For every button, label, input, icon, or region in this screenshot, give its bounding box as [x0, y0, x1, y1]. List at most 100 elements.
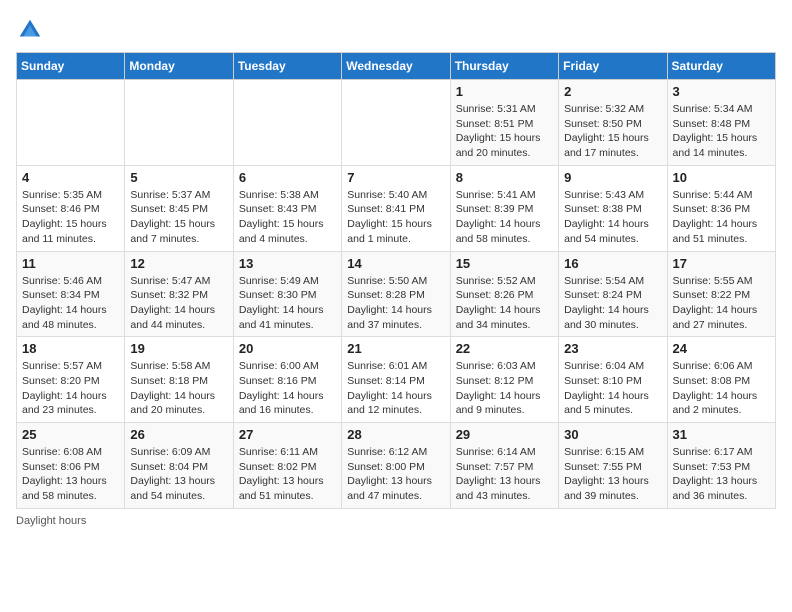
- day-cell: 28 Sunrise: 6:12 AM Sunset: 8:00 PM Dayli…: [342, 423, 450, 509]
- day-info: Sunrise: 6:09 AM Sunset: 8:04 PM Dayligh…: [130, 445, 227, 504]
- day-info: Sunrise: 5:41 AM Sunset: 8:39 PM Dayligh…: [456, 188, 553, 247]
- day-info: Sunrise: 6:15 AM Sunset: 7:55 PM Dayligh…: [564, 445, 661, 504]
- day-info: Sunrise: 5:32 AM Sunset: 8:50 PM Dayligh…: [564, 102, 661, 161]
- day-cell: 11 Sunrise: 5:46 AM Sunset: 8:34 PM Dayli…: [17, 251, 125, 337]
- day-header-monday: Monday: [125, 53, 233, 80]
- day-info: Sunrise: 6:03 AM Sunset: 8:12 PM Dayligh…: [456, 359, 553, 418]
- day-number: 30: [564, 427, 661, 442]
- day-cell: 13 Sunrise: 5:49 AM Sunset: 8:30 PM Dayli…: [233, 251, 341, 337]
- day-header-sunday: Sunday: [17, 53, 125, 80]
- day-info: Sunrise: 6:06 AM Sunset: 8:08 PM Dayligh…: [673, 359, 770, 418]
- day-number: 21: [347, 341, 444, 356]
- day-number: 9: [564, 170, 661, 185]
- week-row-5: 25 Sunrise: 6:08 AM Sunset: 8:06 PM Dayli…: [17, 423, 776, 509]
- day-cell: 24 Sunrise: 6:06 AM Sunset: 8:08 PM Dayli…: [667, 337, 775, 423]
- day-info: Sunrise: 5:49 AM Sunset: 8:30 PM Dayligh…: [239, 274, 336, 333]
- calendar-table: SundayMondayTuesdayWednesdayThursdayFrid…: [16, 52, 776, 509]
- day-cell: [233, 80, 341, 166]
- day-info: Sunrise: 5:50 AM Sunset: 8:28 PM Dayligh…: [347, 274, 444, 333]
- day-info: Sunrise: 5:34 AM Sunset: 8:48 PM Dayligh…: [673, 102, 770, 161]
- day-cell: 17Sunrise: 5:55 AM Sunset: 8:22 PM Dayli…: [667, 251, 775, 337]
- day-header-saturday: Saturday: [667, 53, 775, 80]
- day-number: 28: [347, 427, 444, 442]
- day-header-tuesday: Tuesday: [233, 53, 341, 80]
- day-info: Sunrise: 6:01 AM Sunset: 8:14 PM Dayligh…: [347, 359, 444, 418]
- day-number: 10: [673, 170, 770, 185]
- day-info: Sunrise: 5:40 AM Sunset: 8:41 PM Dayligh…: [347, 188, 444, 247]
- day-info: Sunrise: 6:00 AM Sunset: 8:16 PM Dayligh…: [239, 359, 336, 418]
- day-cell: 19Sunrise: 5:58 AM Sunset: 8:18 PM Dayli…: [125, 337, 233, 423]
- day-cell: 3 Sunrise: 5:34 AM Sunset: 8:48 PM Daylig…: [667, 80, 775, 166]
- day-number: 31: [673, 427, 770, 442]
- day-cell: 2Sunrise: 5:32 AM Sunset: 8:50 PM Daylig…: [559, 80, 667, 166]
- day-cell: 27 Sunrise: 6:11 AM Sunset: 8:02 PM Dayli…: [233, 423, 341, 509]
- week-row-3: 11 Sunrise: 5:46 AM Sunset: 8:34 PM Dayli…: [17, 251, 776, 337]
- day-cell: 7Sunrise: 5:40 AM Sunset: 8:41 PM Daylig…: [342, 165, 450, 251]
- day-info: Sunrise: 5:44 AM Sunset: 8:36 PM Dayligh…: [673, 188, 770, 247]
- day-cell: 12 Sunrise: 5:47 AM Sunset: 8:32 PM Dayli…: [125, 251, 233, 337]
- day-number: 29: [456, 427, 553, 442]
- day-number: 6: [239, 170, 336, 185]
- day-number: 5: [130, 170, 227, 185]
- day-number: 12: [130, 256, 227, 271]
- day-number: 17: [673, 256, 770, 271]
- day-info: Sunrise: 5:46 AM Sunset: 8:34 PM Dayligh…: [22, 274, 119, 333]
- day-number: 8: [456, 170, 553, 185]
- day-info: Sunrise: 6:14 AM Sunset: 7:57 PM Dayligh…: [456, 445, 553, 504]
- day-number: 14: [347, 256, 444, 271]
- day-number: 27: [239, 427, 336, 442]
- day-number: 25: [22, 427, 119, 442]
- day-cell: 20Sunrise: 6:00 AM Sunset: 8:16 PM Dayli…: [233, 337, 341, 423]
- day-number: 22: [456, 341, 553, 356]
- day-info: Sunrise: 5:43 AM Sunset: 8:38 PM Dayligh…: [564, 188, 661, 247]
- day-cell: 25 Sunrise: 6:08 AM Sunset: 8:06 PM Dayli…: [17, 423, 125, 509]
- day-number: 3: [673, 84, 770, 99]
- day-cell: 8 Sunrise: 5:41 AM Sunset: 8:39 PM Daylig…: [450, 165, 558, 251]
- day-cell: 18 Sunrise: 5:57 AM Sunset: 8:20 PM Dayli…: [17, 337, 125, 423]
- day-header-wednesday: Wednesday: [342, 53, 450, 80]
- day-info: Sunrise: 5:38 AM Sunset: 8:43 PM Dayligh…: [239, 188, 336, 247]
- day-cell: 29 Sunrise: 6:14 AM Sunset: 7:57 PM Dayli…: [450, 423, 558, 509]
- page-header: [16, 16, 776, 44]
- day-info: Sunrise: 5:52 AM Sunset: 8:26 PM Dayligh…: [456, 274, 553, 333]
- day-number: 13: [239, 256, 336, 271]
- day-number: 15: [456, 256, 553, 271]
- day-cell: 30 Sunrise: 6:15 AM Sunset: 7:55 PM Dayli…: [559, 423, 667, 509]
- day-cell: [125, 80, 233, 166]
- day-cell: 31 Sunrise: 6:17 AM Sunset: 7:53 PM Dayli…: [667, 423, 775, 509]
- day-cell: [342, 80, 450, 166]
- day-info: Sunrise: 6:12 AM Sunset: 8:00 PM Dayligh…: [347, 445, 444, 504]
- week-row-1: 1 Sunrise: 5:31 AM Sunset: 8:51 PM Daylig…: [17, 80, 776, 166]
- day-cell: 21 Sunrise: 6:01 AM Sunset: 8:14 PM Dayli…: [342, 337, 450, 423]
- day-number: 11: [22, 256, 119, 271]
- day-cell: [17, 80, 125, 166]
- day-cell: 9 Sunrise: 5:43 AM Sunset: 8:38 PM Daylig…: [559, 165, 667, 251]
- day-info: Sunrise: 6:04 AM Sunset: 8:10 PM Dayligh…: [564, 359, 661, 418]
- day-cell: 5Sunrise: 5:37 AM Sunset: 8:45 PM Daylig…: [125, 165, 233, 251]
- day-cell: 6 Sunrise: 5:38 AM Sunset: 8:43 PM Daylig…: [233, 165, 341, 251]
- day-number: 23: [564, 341, 661, 356]
- day-info: Sunrise: 5:31 AM Sunset: 8:51 PM Dayligh…: [456, 102, 553, 161]
- day-cell: 26Sunrise: 6:09 AM Sunset: 8:04 PM Dayli…: [125, 423, 233, 509]
- day-number: 19: [130, 341, 227, 356]
- day-info: Sunrise: 5:47 AM Sunset: 8:32 PM Dayligh…: [130, 274, 227, 333]
- day-number: 18: [22, 341, 119, 356]
- day-header-friday: Friday: [559, 53, 667, 80]
- day-info: Sunrise: 5:54 AM Sunset: 8:24 PM Dayligh…: [564, 274, 661, 333]
- day-cell: 1 Sunrise: 5:31 AM Sunset: 8:51 PM Daylig…: [450, 80, 558, 166]
- day-number: 1: [456, 84, 553, 99]
- week-row-2: 4Sunrise: 5:35 AM Sunset: 8:46 PM Daylig…: [17, 165, 776, 251]
- day-info: Sunrise: 6:17 AM Sunset: 7:53 PM Dayligh…: [673, 445, 770, 504]
- header-row: SundayMondayTuesdayWednesdayThursdayFrid…: [17, 53, 776, 80]
- logo-icon: [16, 16, 44, 44]
- footer-note: Daylight hours: [16, 515, 776, 527]
- logo: [16, 16, 48, 44]
- day-cell: 10 Sunrise: 5:44 AM Sunset: 8:36 PM Dayli…: [667, 165, 775, 251]
- day-cell: 22 Sunrise: 6:03 AM Sunset: 8:12 PM Dayli…: [450, 337, 558, 423]
- day-number: 16: [564, 256, 661, 271]
- day-number: 24: [673, 341, 770, 356]
- day-info: Sunrise: 6:11 AM Sunset: 8:02 PM Dayligh…: [239, 445, 336, 504]
- day-cell: 14 Sunrise: 5:50 AM Sunset: 8:28 PM Dayli…: [342, 251, 450, 337]
- day-info: Sunrise: 5:57 AM Sunset: 8:20 PM Dayligh…: [22, 359, 119, 418]
- day-info: Sunrise: 6:08 AM Sunset: 8:06 PM Dayligh…: [22, 445, 119, 504]
